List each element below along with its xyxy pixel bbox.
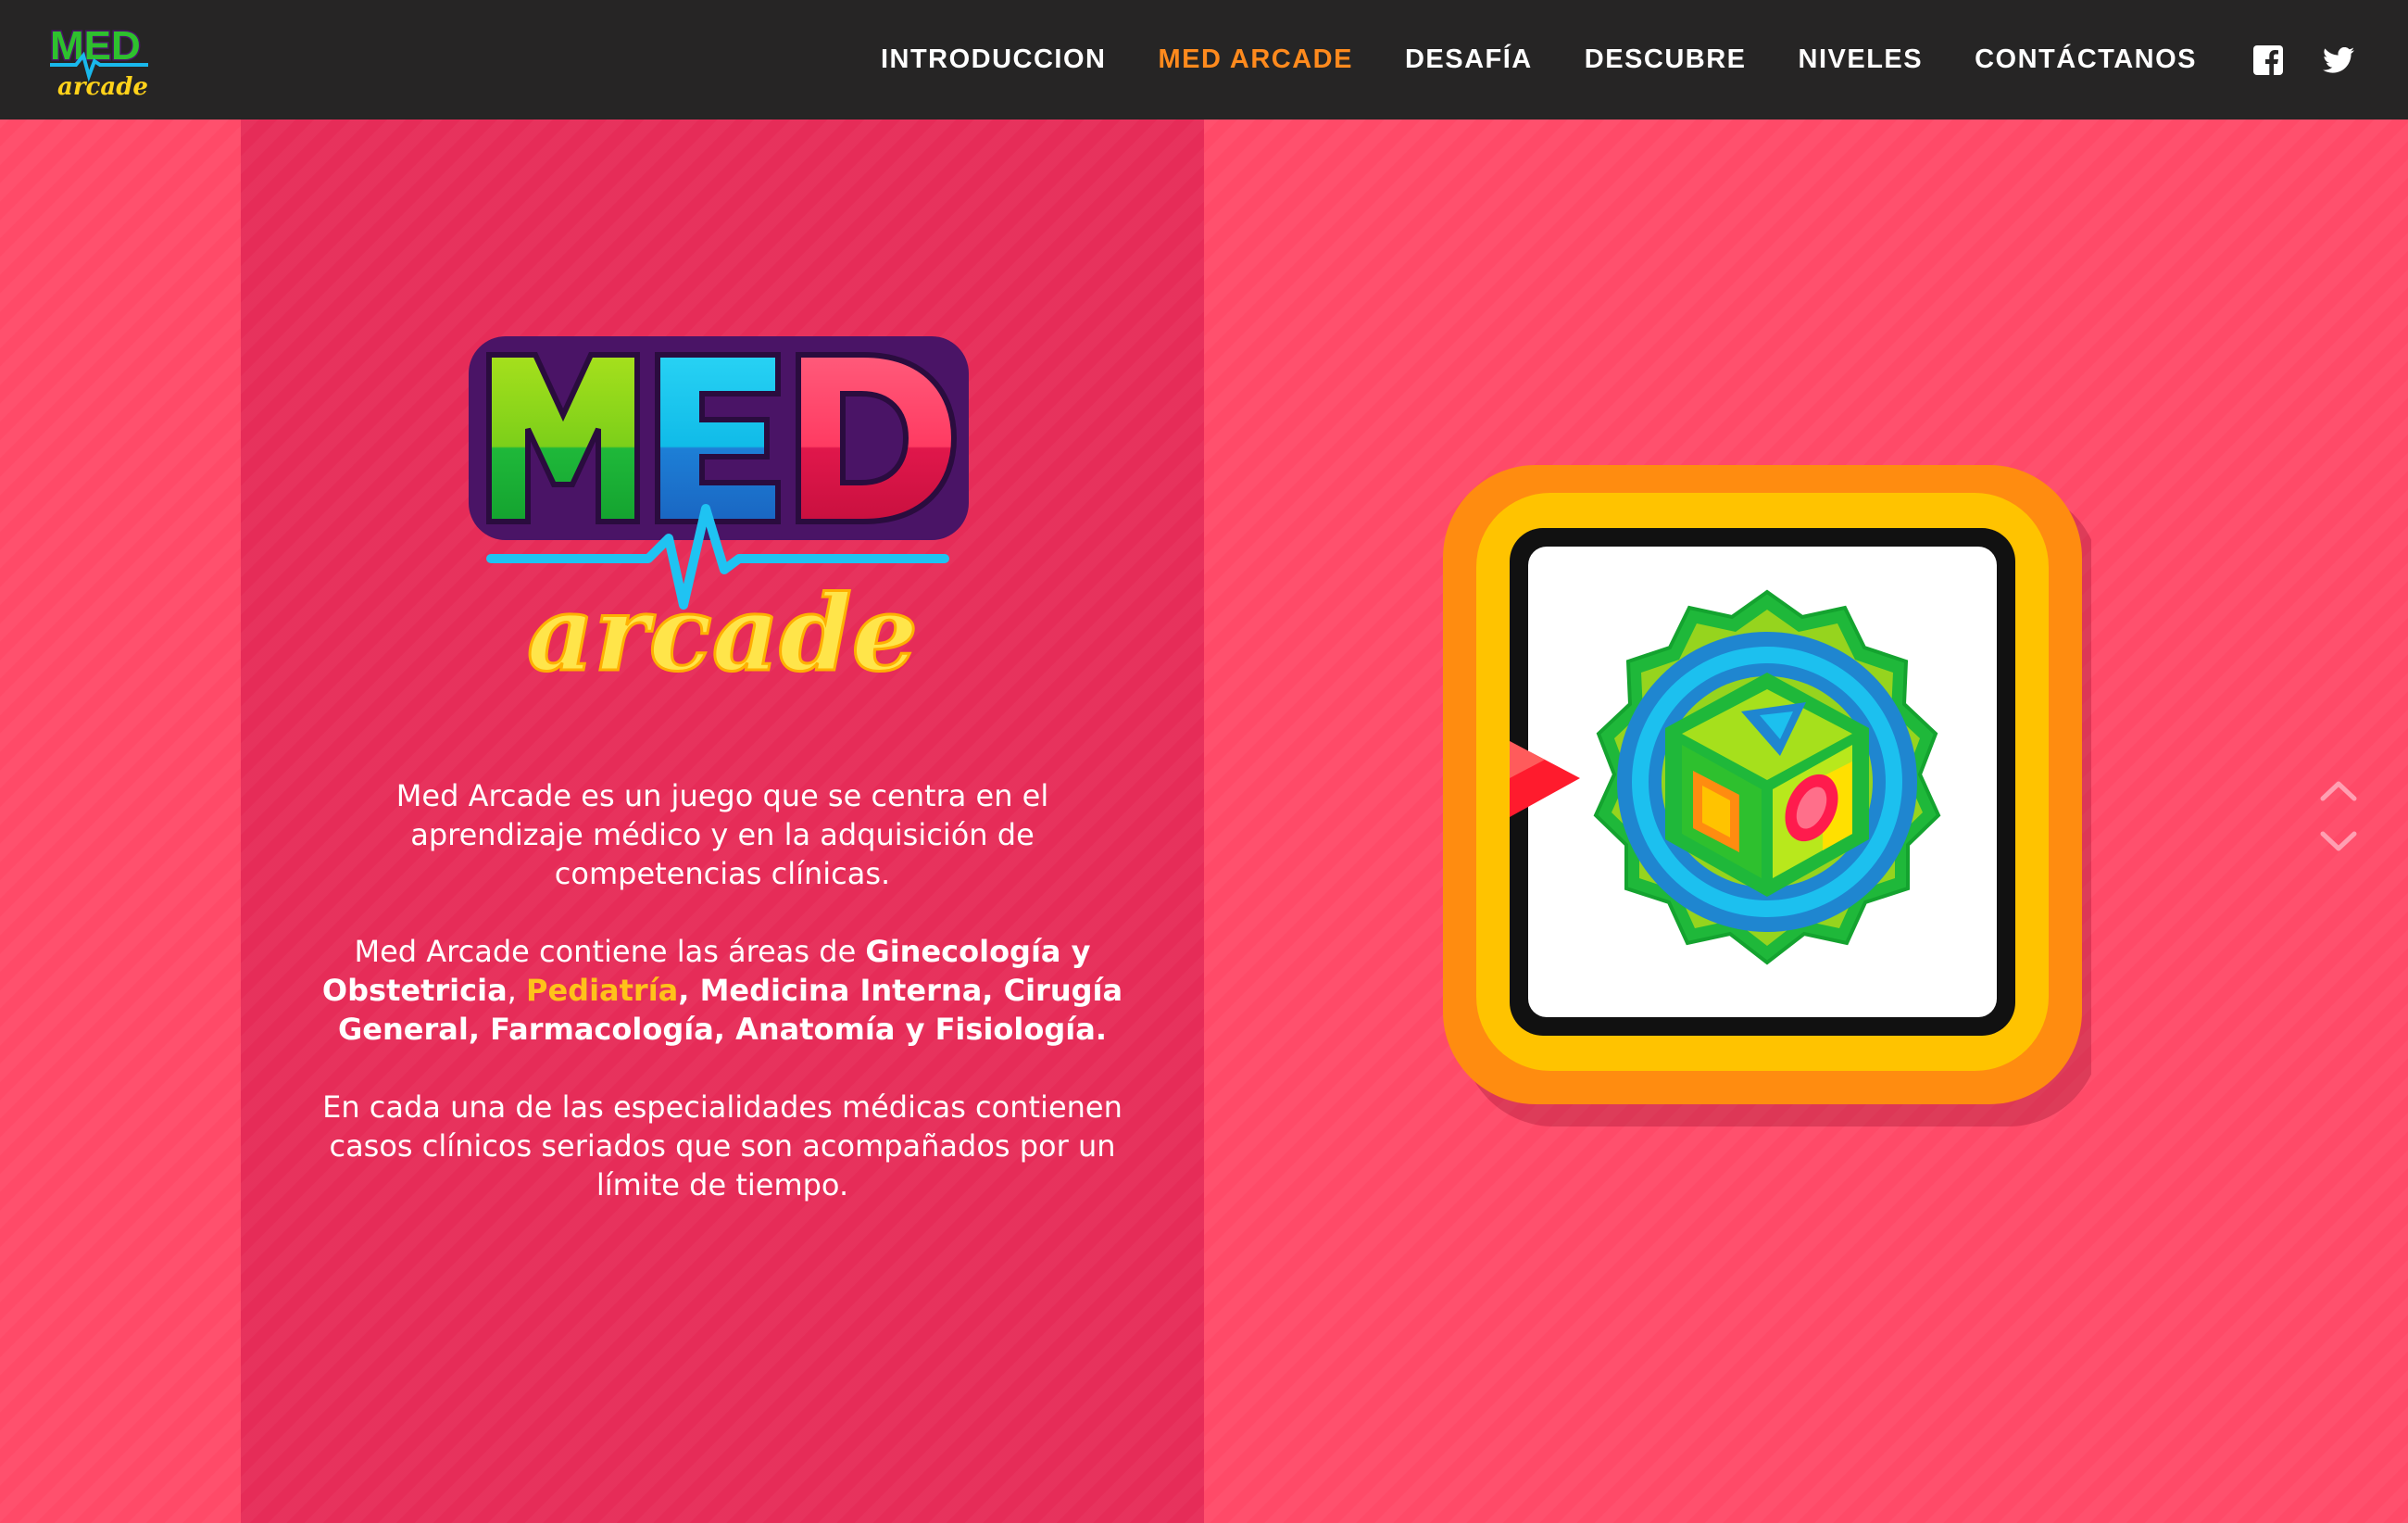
- intro-paragraph-1: Med Arcade es un juego que se centra en …: [395, 778, 1049, 891]
- intro-paragraph-3: En cada una de las especialidades médica…: [322, 1089, 1122, 1202]
- separator: ,: [713, 1012, 736, 1047]
- chevron-up-icon[interactable]: [2315, 773, 2362, 810]
- nav-link-descubre[interactable]: DESCUBRE: [1585, 44, 1747, 75]
- nav-link-contactanos[interactable]: CONTÁCTANOS: [1975, 44, 2197, 75]
- intro-panel: arcade Med Arcade es un juego que se cen…: [241, 120, 1204, 1523]
- section-navigation: [2315, 773, 2362, 865]
- area-farmacologia: Farmacología: [490, 1012, 714, 1047]
- chevron-down-icon[interactable]: [2315, 823, 2362, 860]
- separator: ,: [507, 973, 526, 1008]
- nav-menu: INTRODUCCION MED ARCADE DESAFÍA DESCUBRE…: [881, 0, 2408, 120]
- dice-badge-icon: [1443, 465, 2091, 1127]
- areas-intro-text: Med Arcade contiene las áreas de: [354, 934, 866, 969]
- med-arcade-logo[interactable]: MED arcade: [48, 20, 152, 100]
- area-anatomia-fisiologia: Anatomía y Fisiología: [735, 1012, 1096, 1047]
- nav-link-med-arcade[interactable]: MED ARCADE: [1158, 44, 1352, 75]
- facebook-icon[interactable]: [2249, 41, 2288, 80]
- twitter-icon[interactable]: [2319, 41, 2358, 80]
- separator: ,: [468, 1012, 491, 1047]
- area-pediatria: Pediatría: [526, 973, 679, 1008]
- nav-link-niveles[interactable]: NIVELES: [1799, 44, 1924, 75]
- top-navbar: MED arcade INTRODUCCION MED ARCADE DESAF…: [0, 0, 2408, 120]
- separator: ,: [678, 973, 700, 1008]
- nav-link-desafia[interactable]: DESAFÍA: [1405, 44, 1533, 75]
- intro-description: Med Arcade es un juego que se centra en …: [315, 776, 1130, 1243]
- med-arcade-hero-logo: arcade: [469, 336, 969, 697]
- intro-paragraph-2: Med Arcade contiene las áreas de Ginecol…: [315, 932, 1130, 1049]
- separator: ,: [982, 973, 1004, 1008]
- area-medicina-interna: Medicina Interna: [699, 973, 983, 1008]
- svg-text:arcade: arcade: [57, 73, 148, 100]
- svg-text:arcade: arcade: [527, 573, 918, 695]
- nav-link-introduccion[interactable]: INTRODUCCION: [881, 44, 1107, 75]
- separator: .: [1095, 1012, 1107, 1047]
